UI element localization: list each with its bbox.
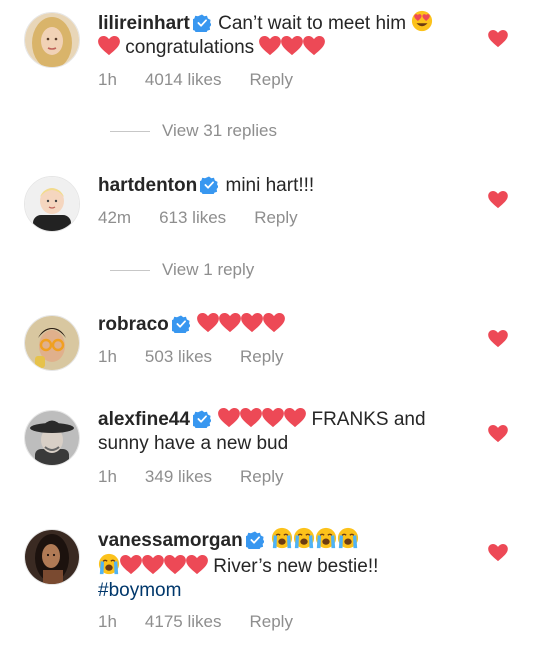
red-heart-icon — [186, 555, 208, 575]
view-replies-button[interactable]: View 1 reply — [110, 260, 254, 280]
avatar-child-blonde-icon — [25, 177, 79, 231]
hashtag-link[interactable]: #boymom — [98, 580, 181, 601]
comment-time: 42m — [98, 208, 132, 227]
likes-count[interactable]: 503 likes — [145, 347, 212, 367]
avatar[interactable] — [24, 410, 80, 466]
red-heart-icon — [281, 36, 303, 56]
avatar[interactable] — [24, 176, 80, 232]
username[interactable]: alexfine44 — [98, 409, 190, 430]
loudly-crying-emoji-icon — [98, 553, 120, 575]
comment-time: 1h — [98, 612, 117, 631]
red-heart-icon — [263, 313, 285, 333]
avatar[interactable] — [24, 12, 80, 68]
comment-body: alexfine44 FRANKS and sunny have a new b… — [98, 408, 478, 456]
comment-text: mini hart!!! — [225, 175, 315, 196]
username[interactable]: lilireinhart — [98, 13, 190, 34]
reply-button[interactable]: Reply — [240, 347, 283, 367]
red-heart-icon — [240, 408, 262, 428]
comment-time: 1h — [98, 347, 117, 366]
comment-body: lilireinhart Can’t wait to meet him cong… — [98, 10, 478, 60]
username[interactable]: robraco — [98, 314, 169, 335]
reply-button[interactable]: Reply — [249, 612, 292, 632]
reply-button[interactable]: Reply — [249, 70, 292, 90]
view-replies-label: View 1 reply — [162, 260, 255, 279]
reply-button[interactable]: Reply — [254, 208, 297, 228]
likes-count[interactable]: 349 likes — [145, 467, 212, 487]
avatar-woman-dark-hair-icon — [25, 530, 79, 584]
like-heart-icon[interactable] — [488, 330, 508, 348]
like-heart-icon[interactable] — [488, 425, 508, 443]
avatar[interactable] — [24, 529, 80, 585]
loudly-crying-emoji-icon — [293, 527, 315, 549]
loudly-crying-emoji-icon — [315, 527, 337, 549]
loudly-crying-emoji-icon — [271, 527, 293, 549]
likes-count[interactable]: 613 likes — [159, 208, 226, 228]
red-heart-icon — [218, 408, 240, 428]
comment-body: hartdenton mini hart!!! — [98, 174, 478, 198]
red-heart-icon — [120, 555, 142, 575]
comment-time: 1h — [98, 467, 117, 486]
verified-badge-icon — [200, 176, 218, 194]
verified-badge-icon — [193, 410, 211, 428]
view-replies-button[interactable]: View 31 replies — [110, 121, 277, 141]
heart-eyes-emoji-icon — [411, 10, 433, 32]
avatar-man-hat-icon — [25, 411, 79, 465]
like-heart-icon[interactable] — [488, 544, 508, 562]
red-heart-icon — [197, 313, 219, 333]
comment-meta: 1h 4014 likes Reply — [98, 70, 293, 90]
red-heart-icon — [164, 555, 186, 575]
comment-text: congratulations — [125, 37, 255, 58]
red-heart-icon — [219, 313, 241, 333]
comment-time: 1h — [98, 70, 117, 89]
red-heart-icon — [241, 313, 263, 333]
red-heart-icon — [259, 36, 281, 56]
like-heart-icon[interactable] — [488, 191, 508, 209]
reply-button[interactable]: Reply — [240, 467, 283, 487]
avatar-woman-blonde-icon — [25, 13, 79, 67]
comment-meta: 1h 503 likes Reply — [98, 347, 284, 367]
red-heart-icon — [303, 36, 325, 56]
comment-body: vanessamorgan River’s new bestie!! #boym… — [98, 527, 478, 603]
view-replies-label: View 31 replies — [162, 121, 277, 140]
divider — [110, 270, 150, 272]
username[interactable]: hartdenton — [98, 175, 197, 196]
verified-badge-icon — [246, 531, 264, 549]
comment-meta: 1h 349 likes Reply — [98, 467, 284, 487]
verified-badge-icon — [193, 14, 211, 32]
likes-count[interactable]: 4014 likes — [145, 70, 222, 90]
loudly-crying-emoji-icon — [337, 527, 359, 549]
comment-text: Can’t wait to meet him — [218, 13, 407, 34]
red-heart-icon — [98, 36, 120, 56]
avatar-man-glasses-icon — [25, 316, 79, 370]
red-heart-icon — [262, 408, 284, 428]
comment-meta: 42m 613 likes Reply — [98, 208, 298, 228]
comment-text: sunny have a new bud — [98, 433, 289, 454]
comment-body: robraco — [98, 313, 478, 337]
verified-badge-icon — [172, 315, 190, 333]
comment-meta: 1h 4175 likes Reply — [98, 612, 293, 632]
red-heart-icon — [142, 555, 164, 575]
likes-count[interactable]: 4175 likes — [145, 612, 222, 632]
avatar[interactable] — [24, 315, 80, 371]
comment-text: FRANKS and — [311, 409, 426, 430]
username[interactable]: vanessamorgan — [98, 530, 243, 551]
like-heart-icon[interactable] — [488, 30, 508, 48]
divider — [110, 131, 150, 133]
comment-text: River’s new bestie!! — [213, 556, 379, 577]
red-heart-icon — [284, 408, 306, 428]
